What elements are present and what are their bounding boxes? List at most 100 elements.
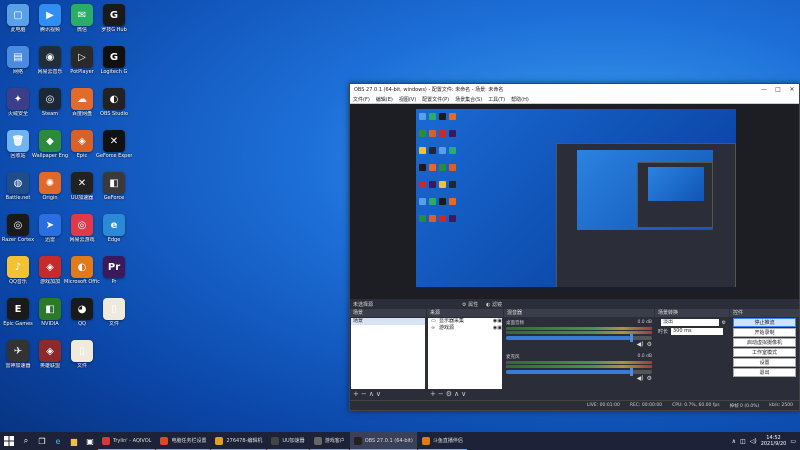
app-icon: 🗑 [7,130,29,152]
channel-name: 麦克风 [506,355,520,360]
control-button[interactable]: 工作室模式 [733,348,796,357]
desktop-icon[interactable]: G Logitech G [96,44,132,84]
properties-button[interactable]: ⚙ 属性 [462,301,478,308]
control-button[interactable]: 设置 [733,358,796,367]
desktop-icon[interactable]: ◈ 英雄联盟 [32,338,68,378]
desktop-icon[interactable]: ▤ 网络 [0,44,36,84]
clock[interactable]: 14:52 2021/9/20 [761,435,787,447]
lock-icon[interactable]: ▣ [497,318,502,325]
file-explorer-icon[interactable]: ▆ [66,432,82,450]
desktop-icon[interactable]: ➤ 迅雷 [32,212,68,252]
menu-item[interactable]: 文件(F) [353,96,370,103]
desktop-icon[interactable]: ◍ Battle.net [0,170,36,210]
desktop-icon[interactable]: ◉ 网易云音乐 [32,44,68,84]
duration-input[interactable]: 300 ms [671,328,723,335]
source-item[interactable]: ∞ 游戏源 ◉ ▣ [428,325,502,332]
desktop-icon[interactable]: ◕ QQ [64,296,100,336]
desktop-icon[interactable]: E Epic Games [0,296,36,336]
taskbar-app[interactable]: 游戏客户 [309,432,349,450]
control-button[interactable]: 停止推流 [733,318,796,327]
edge-icon[interactable]: e [50,432,66,450]
taskbar-app[interactable]: 电脑任务栏设置 [156,432,211,450]
taskbar-app[interactable]: OBS 27.0.1 (64-bit) [349,432,417,450]
desktop-icon[interactable]: 🗑 回收站 [0,128,36,168]
taskbar-app[interactable]: 斗鱼直播伴侣 [417,432,467,450]
close-icon[interactable]: ✕ [785,86,799,93]
desktop-icon[interactable]: ▷ PotPlayer [64,44,100,84]
start-button[interactable] [0,432,18,450]
desktop-icon[interactable]: ☁ 百度网盘 [64,86,100,126]
taskbar-app[interactable]: 276478-编辑机 [211,432,267,450]
menu-item[interactable]: 帮助(H) [511,96,529,103]
filters-button[interactable]: ◐ 滤镜 [486,301,502,308]
desktop-icon[interactable]: ▶ 腾讯视频 [32,2,68,42]
speaker-icon[interactable]: ◀) [637,375,644,382]
volume-icon[interactable]: ◁) [750,438,757,445]
desktop-icon[interactable]: ✺ Origin [32,170,68,210]
store-icon[interactable]: ▣ [82,432,98,450]
control-button[interactable]: 退出 [733,368,796,377]
desktop-icon[interactable]: ◐ Microsoft Office [64,254,100,294]
desktop-icon[interactable]: G 罗技G Hub [96,2,132,42]
sources-list[interactable]: ▭ 显示器采集 ◉ ▣ ∞ 游戏源 ◉ ▣ [428,318,502,389]
menu-item[interactable]: 配置文件(P) [422,96,449,103]
task-view-icon[interactable]: ❐ [34,432,50,450]
scenes-dock-controls[interactable]: +−∧∨ [350,389,426,399]
menu-item[interactable]: 场景集合(S) [455,96,482,103]
desktop-icon[interactable]: ▯ 文件 [64,338,100,378]
menu-item[interactable]: 视图(V) [399,96,416,103]
desktop-icon[interactable]: ▯ 文件 [96,296,132,336]
desktop-icon-label: 英雄联盟 [39,363,60,369]
desktop-icon[interactable]: ◎ 网易云游戏 [64,212,100,252]
scenes-list[interactable]: 场景 [351,318,425,389]
gear-icon[interactable]: ⚙ [647,375,652,382]
volume-slider[interactable] [506,368,652,376]
desktop-icon[interactable]: e Edge [96,212,132,252]
transition-type-select[interactable]: 淡出 [661,319,719,326]
desktop-icon[interactable]: ♪ QQ音乐 [0,254,36,294]
maximize-icon[interactable]: □ [771,86,785,93]
control-button[interactable]: 启动虚拟摄像机 [733,338,796,347]
taskbar-app[interactable]: UU加速器 [267,432,309,450]
desktop-icon[interactable]: ✕ UU加速器 [64,170,100,210]
desktop-icon[interactable]: ✦ 火绒安全 [0,86,36,126]
gear-icon[interactable]: ⚙ [647,341,652,348]
desktop-icon[interactable]: ✕GeForce Experience [96,128,132,168]
desktop-icon-label: 网易云游戏 [69,237,95,243]
volume-slider[interactable] [506,334,652,342]
desktop-icon-label: 此电脑 [10,27,26,33]
desktop-icon[interactable]: ▢ 此电脑 [0,2,36,42]
speaker-icon[interactable]: ◀) [637,341,644,348]
scenes-dock: 场景 场景 +−∧∨ [350,309,426,399]
obs-titlebar[interactable]: OBS 27.0.1 (64-bit, windows) - 配置文件: 未命名… [350,84,799,95]
desktop-icon[interactable]: ◧ GeForce [96,170,132,210]
desktop-icon[interactable]: ✉ 微信 [64,2,100,42]
desktop-icon[interactable]: ✈ 雷神加速器 [0,338,36,378]
sources-dock-controls[interactable]: +−⚙∧∨ [427,389,503,399]
network-icon[interactable]: ◫ [740,438,746,445]
desktop-icon[interactable]: ◧ NVIDIA [32,296,68,336]
preview-desktop-icon [419,181,426,188]
desktop-icon[interactable]: ◎ Razer Cortex [0,212,36,252]
desktop-icon[interactable]: Pr Pr [96,254,132,294]
source-item[interactable]: ▭ 显示器采集 ◉ ▣ [428,318,502,325]
notification-icon[interactable]: ▭ [790,438,796,445]
gear-icon[interactable]: ⚙ [722,320,726,326]
control-button[interactable]: 开始录制 [733,328,796,337]
lock-icon[interactable]: ▣ [497,325,502,332]
desktop-icon[interactable]: ◐ OBS Studio [96,86,132,126]
scene-item[interactable]: 场景 [351,318,425,325]
live-timer: LIVE: 00:01:00 [586,403,620,408]
search-icon[interactable]: ⌕ [18,432,34,450]
minimize-icon[interactable]: — [757,86,771,93]
desktop-icon[interactable]: ◈ Epic [64,128,100,168]
tray-overflow-icon[interactable]: ∧ [732,438,736,445]
menu-item[interactable]: 工具(T) [488,96,505,103]
desktop-icon[interactable]: ◆Wallpaper Engine [32,128,68,168]
desktop-icon[interactable]: ◈ 游戏加加 [32,254,68,294]
desktop-icon[interactable]: ◎ Steam [32,86,68,126]
preview-canvas[interactable] [416,109,736,292]
obs-window[interactable]: OBS 27.0.1 (64-bit, windows) - 配置文件: 未命名… [349,83,800,411]
taskbar-app[interactable]: Trylin' - AQIVOL [98,432,156,450]
menu-item[interactable]: 编辑(E) [376,96,393,103]
